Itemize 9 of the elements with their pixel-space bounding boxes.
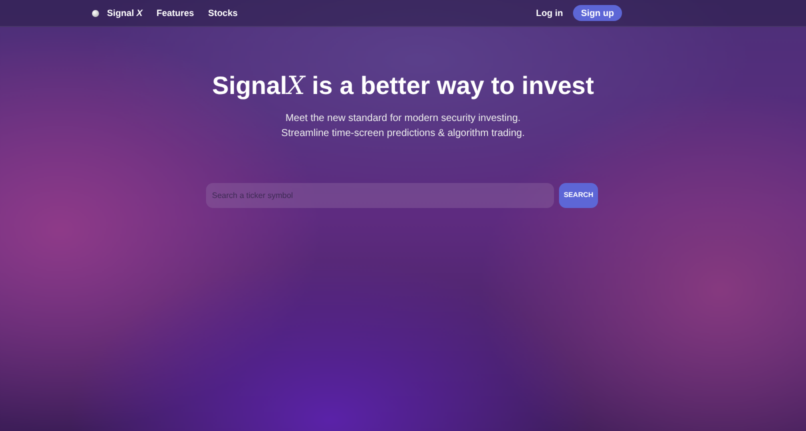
hero-heading: SignalX is a better way to invest	[212, 71, 594, 101]
hero-subtitle: Meet the new standard for modern security investing.	[285, 112, 521, 126]
brand-link[interactable]: Signal X	[107, 8, 143, 18]
signup-button[interactable]: Sign up	[573, 5, 622, 21]
login-link[interactable]: Log in	[536, 8, 563, 18]
nav-link[interactable]: Stocks	[208, 8, 238, 18]
logo-icon	[92, 10, 99, 16]
hero-subtitle: Streamline time-screen predictions & algorithm trading.	[281, 127, 525, 141]
nav-link[interactable]: Features	[156, 8, 194, 18]
